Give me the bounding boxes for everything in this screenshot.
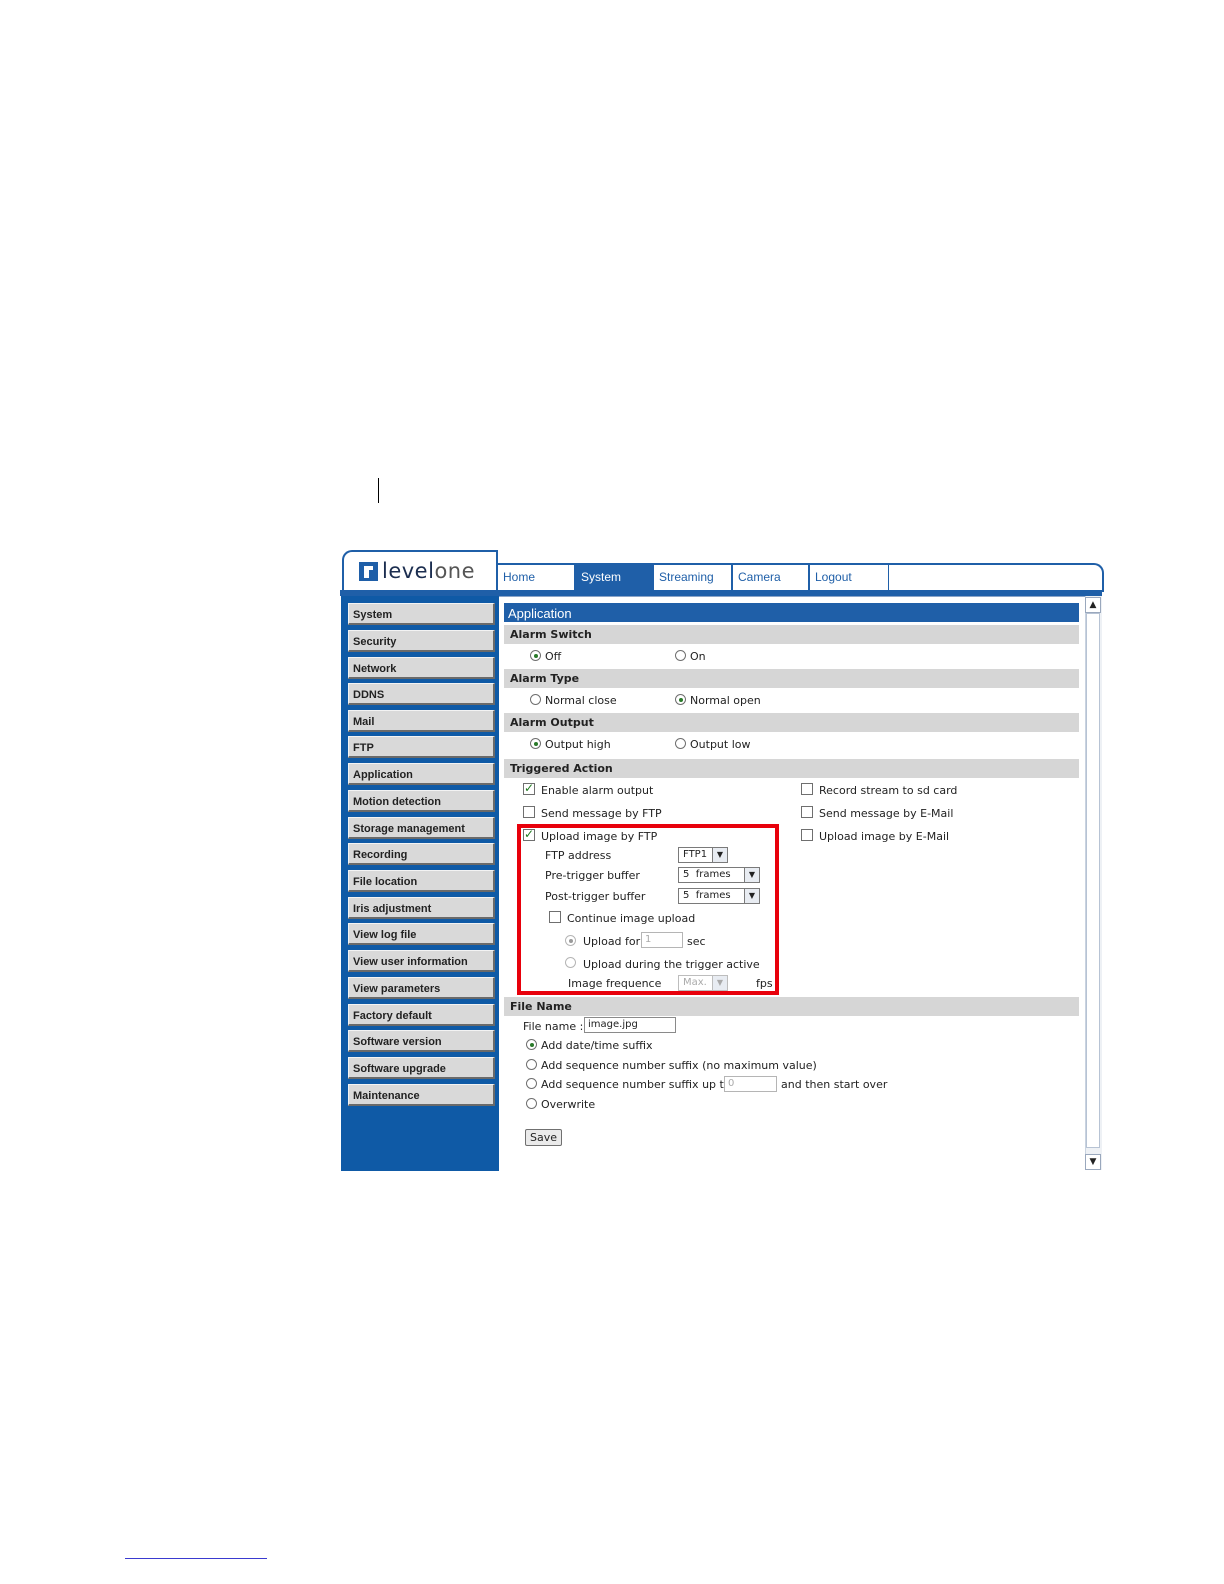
alarm-switch-header: Alarm Switch: [504, 625, 1079, 644]
output-low-label: Output low: [690, 738, 751, 751]
alarm-type-header: Alarm Type: [504, 669, 1079, 688]
send-message-email-checkbox[interactable]: [801, 806, 813, 818]
save-button[interactable]: Save: [525, 1129, 562, 1146]
alarm-switch-off-radio[interactable]: [530, 650, 541, 661]
sidebar-item-view-user-information[interactable]: View user information: [348, 950, 495, 972]
triggered-action-header: Triggered Action: [504, 759, 1079, 778]
alarm-switch-on-label: On: [690, 650, 706, 663]
scroll-up-icon[interactable]: ▲: [1085, 597, 1101, 613]
normal-close-radio[interactable]: [530, 694, 541, 705]
levelone-logo: levelone: [359, 559, 476, 583]
overwrite-label: Overwrite: [541, 1098, 596, 1111]
alarm-switch-off-label: Off: [545, 650, 562, 663]
sidebar-item-file-location[interactable]: File location: [348, 870, 495, 892]
datetime-suffix-label: Add date/time suffix: [541, 1039, 653, 1052]
sidebar-item-software-version[interactable]: Software version: [348, 1030, 495, 1052]
seq-suffix-upto-label: Add sequence number suffix up to: [541, 1078, 731, 1091]
normal-open-label: Normal open: [690, 694, 761, 707]
seq-upto-input[interactable]: 0: [724, 1076, 777, 1092]
file-name-header: File Name: [504, 997, 1079, 1016]
file-name-input[interactable]: image.jpg: [584, 1017, 676, 1033]
tab-system[interactable]: System: [575, 565, 653, 590]
then-start-over-label: and then start over: [781, 1078, 888, 1091]
sidebar-item-security[interactable]: Security: [348, 630, 495, 652]
upload-image-email-label: Upload image by E-Mail: [819, 830, 950, 843]
tab-streaming[interactable]: Streaming: [653, 565, 732, 590]
datetime-suffix-radio[interactable]: [526, 1039, 537, 1050]
scroll-down-icon[interactable]: ▼: [1085, 1154, 1101, 1170]
normal-open-radio[interactable]: [675, 694, 686, 705]
record-sd-checkbox[interactable]: [801, 783, 813, 795]
sidebar-item-maintenance[interactable]: Maintenance: [348, 1084, 495, 1106]
sidebar-item-ddns[interactable]: DDNS: [348, 683, 495, 705]
output-low-radio[interactable]: [675, 738, 686, 749]
sidebar-item-view-log-file[interactable]: View log file: [348, 923, 495, 945]
sidebar-item-storage-management[interactable]: Storage management: [348, 817, 495, 839]
tab-logout[interactable]: Logout: [809, 565, 889, 590]
highlight-annotation: [517, 824, 779, 995]
scrollbar-thumb[interactable]: [1086, 613, 1100, 1148]
upload-image-email-checkbox[interactable]: [801, 829, 813, 841]
sidebar-item-network[interactable]: Network: [348, 657, 495, 679]
sidebar-item-motion-detection[interactable]: Motion detection: [348, 790, 495, 812]
overwrite-radio[interactable]: [526, 1098, 537, 1109]
alarm-switch-on-radio[interactable]: [675, 650, 686, 661]
normal-close-label: Normal close: [545, 694, 617, 707]
page-title: Application: [504, 603, 1079, 622]
tab-home[interactable]: Home: [497, 565, 575, 590]
send-message-ftp-checkbox[interactable]: [523, 806, 535, 818]
send-message-email-label: Send message by E-Mail: [819, 807, 954, 820]
sidebar-item-mail[interactable]: Mail: [348, 710, 495, 732]
seq-suffix-upto-radio[interactable]: [526, 1078, 537, 1089]
sidebar-item-ftp[interactable]: FTP: [348, 736, 495, 758]
seq-suffix-label: Add sequence number suffix (no maximum v…: [541, 1059, 817, 1072]
logo-text: levelone: [382, 559, 476, 583]
sidebar-item-factory-default[interactable]: Factory default: [348, 1004, 495, 1026]
sidebar-item-application[interactable]: Application: [348, 763, 495, 785]
enable-alarm-output-checkbox[interactable]: [523, 781, 535, 795]
tab-camera[interactable]: Camera: [732, 565, 809, 590]
margin-change-bar: [378, 478, 379, 503]
alarm-output-header: Alarm Output: [504, 713, 1079, 732]
seq-suffix-radio[interactable]: [526, 1059, 537, 1070]
output-high-radio[interactable]: [530, 738, 541, 749]
top-nav-tabs: Home System Streaming Camera Logout: [497, 565, 889, 590]
sidebar-item-system[interactable]: System: [348, 603, 495, 625]
send-message-ftp-label: Send message by FTP: [541, 807, 662, 820]
sidebar-item-recording[interactable]: Recording: [348, 843, 495, 865]
sidebar-item-iris-adjustment[interactable]: Iris adjustment: [348, 897, 495, 919]
sidebar-item-software-upgrade[interactable]: Software upgrade: [348, 1057, 495, 1079]
sidebar-item-view-parameters[interactable]: View parameters: [348, 977, 495, 999]
levelone-logo-icon: [359, 561, 378, 581]
enable-alarm-output-label: Enable alarm output: [541, 784, 654, 797]
footer-link-rule: [125, 1558, 267, 1559]
file-name-label: File name :: [523, 1020, 584, 1033]
output-high-label: Output high: [545, 738, 611, 751]
record-sd-label: Record stream to sd card: [819, 784, 958, 797]
